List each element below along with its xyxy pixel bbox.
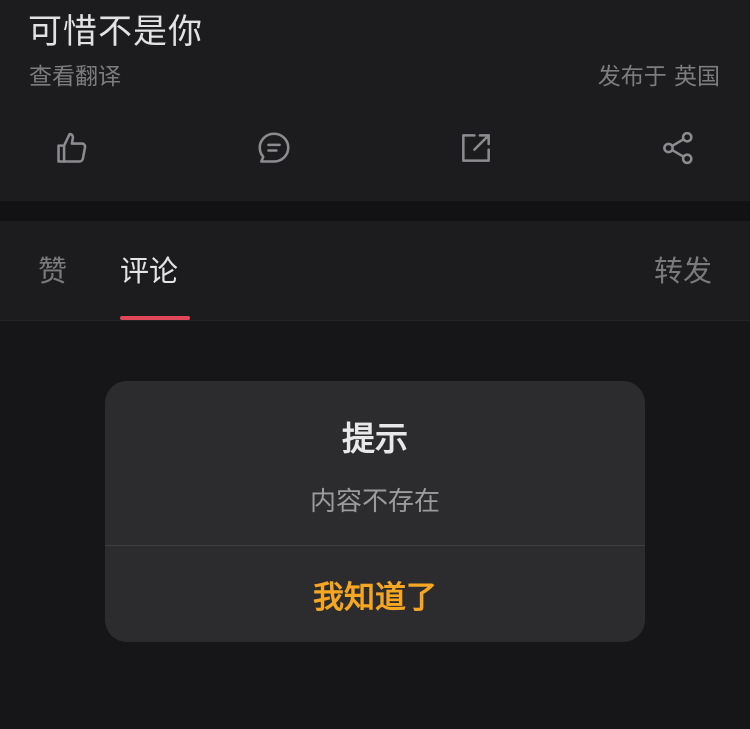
- active-tab-indicator: [120, 316, 190, 320]
- tabs-bar: 赞 评论 转发: [0, 221, 750, 321]
- published-location: 发布于 英国: [597, 64, 720, 90]
- share-icon: [663, 131, 693, 165]
- share-button[interactable]: [658, 128, 698, 168]
- thumbs-up-icon: [57, 132, 87, 163]
- dialog-message: 内容不存在: [309, 487, 440, 517]
- dialog-confirm-button[interactable]: 我知道了: [105, 546, 645, 642]
- like-button[interactable]: [52, 128, 92, 168]
- comment-button[interactable]: [254, 128, 294, 168]
- external-link-icon: [462, 134, 490, 162]
- view-translation-link[interactable]: 查看翻译: [29, 62, 121, 92]
- comment-icon: [258, 132, 290, 163]
- forward-button[interactable]: [456, 128, 496, 168]
- dialog-title: 提示: [342, 419, 408, 458]
- post-text: 可惜不是你: [28, 12, 203, 52]
- alert-dialog: 提示 内容不存在 我知道了: [105, 381, 645, 642]
- section-divider: [0, 201, 750, 221]
- tab-comment[interactable]: 评论: [120, 252, 178, 290]
- post-area: 可惜不是你 查看翻译 发布于 英国: [0, 0, 750, 201]
- tab-like[interactable]: 赞: [38, 252, 67, 290]
- tab-forward[interactable]: 转发: [654, 252, 712, 290]
